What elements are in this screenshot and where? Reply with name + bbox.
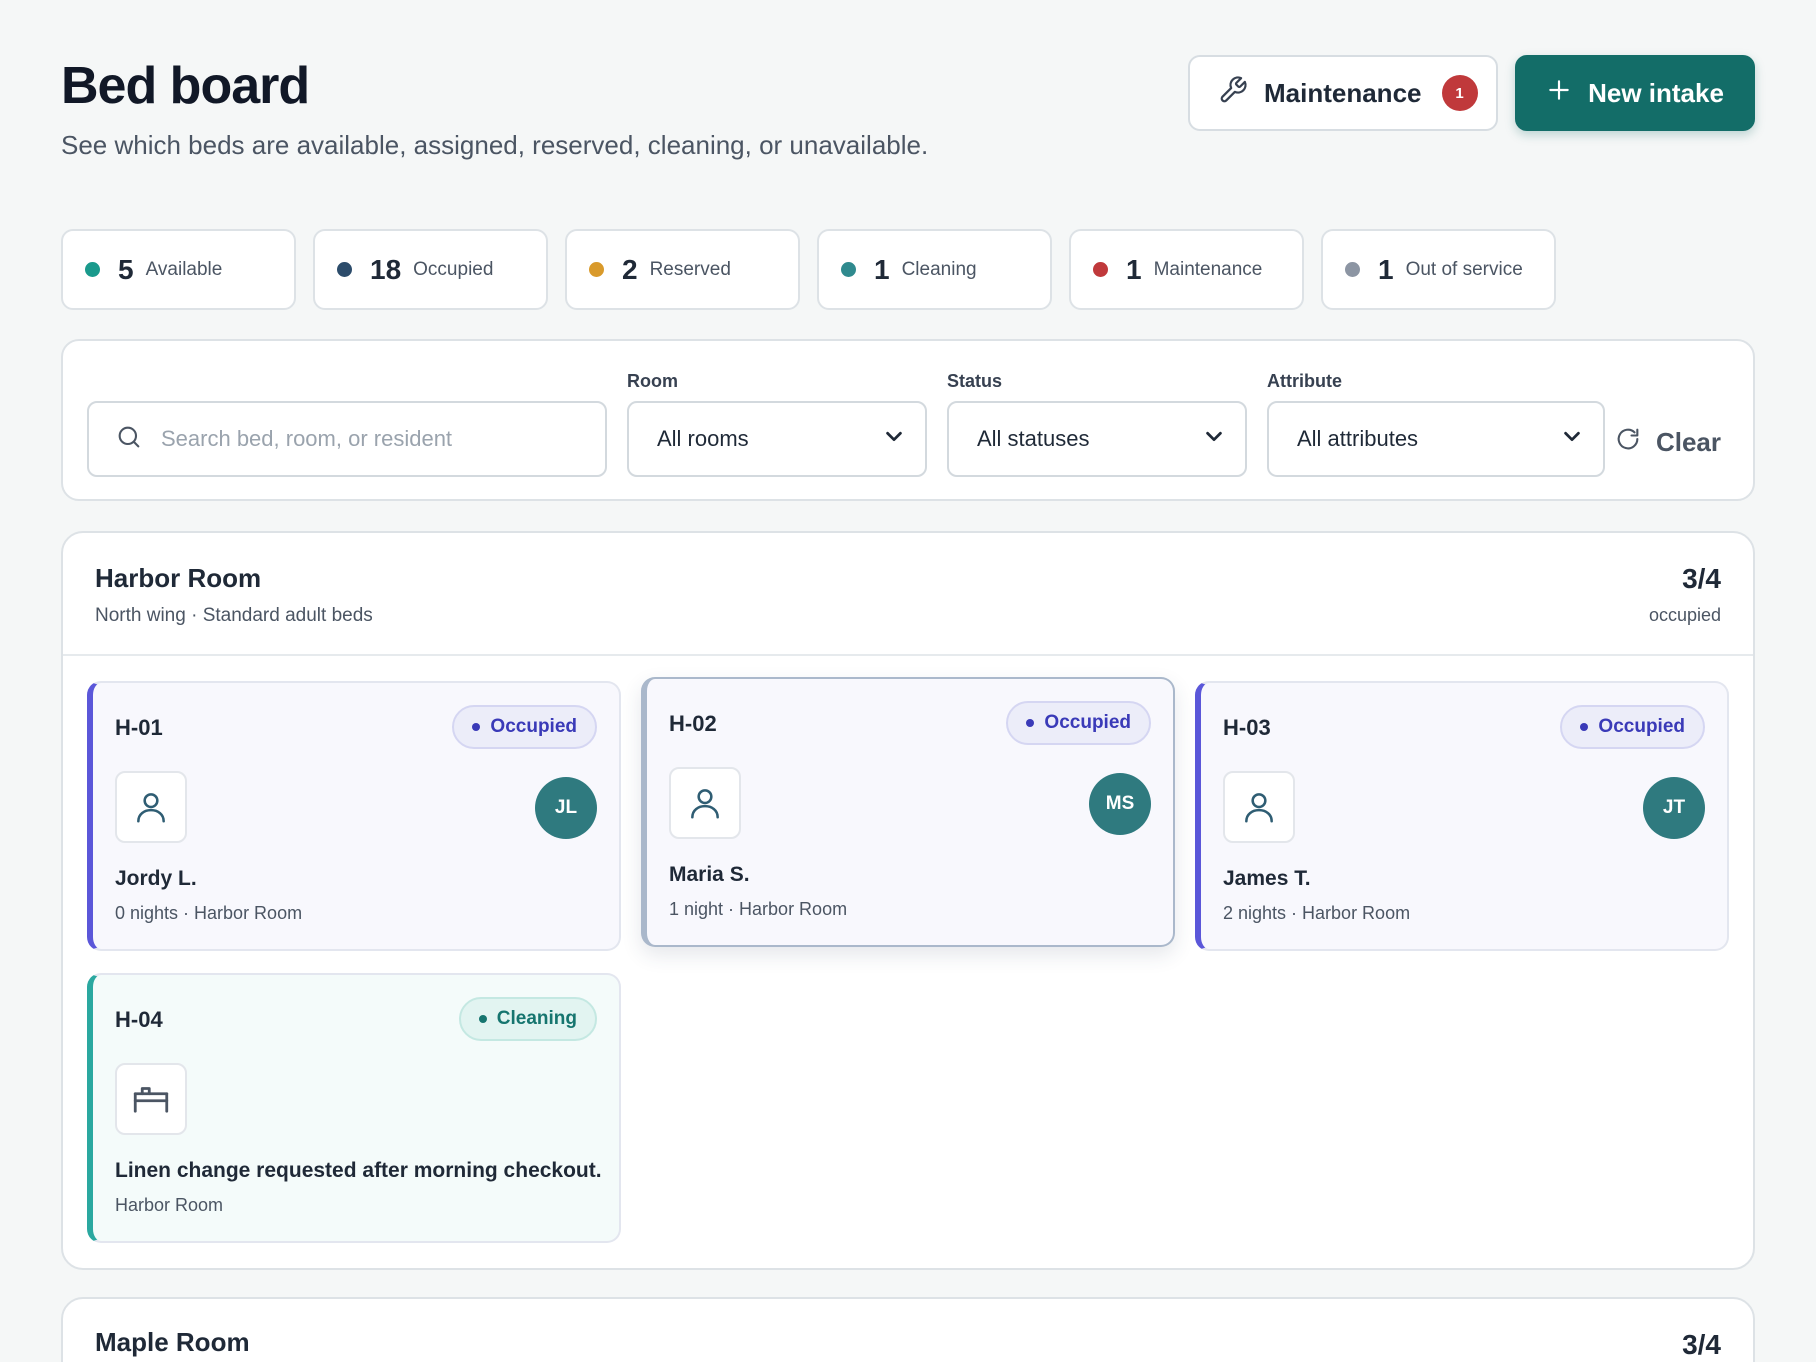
status-select[interactable]: All statuses [947, 401, 1247, 477]
bed-icon [115, 1063, 187, 1135]
bed-meta: 1 night · Harbor Room [669, 899, 848, 919]
bed-meta: 2 nights · Harbor Room [1223, 903, 1411, 923]
page-header: Bed board See which beds are available, … [61, 0, 1755, 200]
avatar: MS [1089, 773, 1151, 835]
status-dot-icon [841, 262, 856, 277]
stat-chip-reserved[interactable]: 2 Reserved [565, 229, 800, 310]
new-intake-button[interactable]: New intake [1515, 55, 1755, 131]
stat-chip-maintenance[interactable]: 1 Maintenance [1069, 229, 1304, 310]
stat-count: 5 [118, 253, 134, 285]
status-dot-icon [472, 723, 481, 731]
stat-label: Out of service [1405, 258, 1523, 280]
status-dot-icon [85, 262, 100, 277]
stat-chip-out-of-service[interactable]: 1 Out of service [1321, 229, 1556, 310]
resident-name: James T. [1223, 867, 1311, 890]
status-filter-label: Status [947, 371, 1003, 391]
bed-board-page: Bed board See which beds are available, … [61, 0, 1755, 1362]
status-summary: 5 Available 18 Occupied 2 Reserved 1 Cle… [61, 229, 1556, 310]
status-pill: Occupied [1560, 705, 1705, 749]
stat-label: Maintenance [1153, 258, 1263, 280]
room-occupancy-label: occupied [1648, 605, 1721, 625]
status-dot-icon [1345, 262, 1360, 277]
status-pill-label: Occupied [1044, 712, 1131, 733]
stat-chip-available[interactable]: 5 Available [61, 229, 296, 310]
status-pill-label: Occupied [1598, 716, 1685, 737]
bed-meta: 0 nights · Harbor Room [115, 903, 303, 923]
stat-count: 2 [622, 253, 638, 285]
room-occupancy: 3/4 [1682, 563, 1721, 594]
avatar: JL [535, 777, 597, 839]
stat-label: Occupied [413, 258, 494, 280]
stat-chip-occupied[interactable]: 18 Occupied [313, 229, 548, 310]
stat-count: 1 [1378, 253, 1394, 285]
search-icon [115, 423, 143, 456]
bed-card-h04[interactable]: H-04 Cleaning Linen change requested aft… [87, 973, 621, 1243]
bed-id: H-01 [115, 715, 163, 740]
wrench-icon [1218, 75, 1248, 112]
maintenance-button[interactable]: Maintenance 1 [1188, 55, 1498, 131]
avatar: JT [1643, 777, 1705, 839]
status-pill: Occupied [1006, 701, 1151, 745]
room-select-value: All rooms [657, 426, 749, 451]
status-dot-icon [1093, 262, 1108, 277]
person-icon [115, 771, 187, 843]
status-dot-icon [1026, 719, 1035, 727]
room-select[interactable]: All rooms [627, 401, 927, 477]
plus-icon [1546, 77, 1572, 110]
resident-name: Jordy L. [115, 867, 197, 890]
stat-label: Available [145, 258, 223, 280]
room-name: Harbor Room [95, 563, 262, 593]
stat-count: 18 [370, 253, 402, 285]
room-name: Maple Room [95, 1327, 250, 1357]
clear-label: Clear [1655, 427, 1721, 457]
bed-id: H-03 [1223, 715, 1271, 740]
filter-bar: Room All rooms Status All statuses Attri… [61, 339, 1755, 501]
resident-name: Maria S. [669, 863, 750, 886]
bed-card-h01[interactable]: H-01 Occupied JL Jordy L. 0 nights · Har… [87, 681, 621, 951]
refresh-icon [1614, 425, 1642, 460]
status-pill-label: Occupied [490, 716, 577, 737]
bed-card-h02[interactable]: H-02 Occupied MS Maria S. 1 night · Harb… [641, 677, 1175, 947]
bed-note: Linen change requested after morning che… [115, 1159, 602, 1182]
page-subtitle: See which beds are available, assigned, … [61, 130, 929, 160]
room-panel-maple: Maple Room 3/4 [61, 1297, 1755, 1362]
chevron-down-icon [1561, 425, 1583, 453]
attribute-select[interactable]: All attributes [1267, 401, 1605, 477]
status-dot-icon [1580, 723, 1589, 731]
room-panel-harbor: Harbor Room North wing · Standard adult … [61, 531, 1755, 1270]
clear-filters-button[interactable]: Clear [1614, 425, 1721, 460]
maintenance-label: Maintenance [1264, 77, 1422, 108]
search-input[interactable] [161, 426, 561, 452]
status-dot-icon [337, 262, 352, 277]
bed-card-h03[interactable]: H-03 Occupied JT James T. 2 nights · Har… [1195, 681, 1729, 951]
status-pill: Occupied [452, 705, 597, 749]
status-dot-icon [589, 262, 604, 277]
maintenance-count-badge: 1 [1441, 75, 1478, 111]
status-pill: Cleaning [458, 997, 597, 1041]
room-header: Harbor Room North wing · Standard adult … [63, 533, 1753, 656]
stat-count: 1 [874, 253, 890, 285]
stat-count: 1 [1126, 253, 1142, 285]
person-icon [1223, 771, 1295, 843]
chevron-down-icon [1203, 425, 1225, 453]
attribute-filter-label: Attribute [1267, 371, 1342, 391]
stat-label: Cleaning [901, 258, 977, 280]
chevron-down-icon [883, 425, 905, 453]
status-select-value: All statuses [977, 426, 1090, 451]
bed-id: H-04 [115, 1007, 163, 1032]
bed-meta: Harbor Room [115, 1195, 224, 1215]
new-intake-label: New intake [1588, 77, 1724, 108]
room-occupancy: 3/4 [1682, 1329, 1721, 1360]
attribute-select-value: All attributes [1297, 426, 1419, 451]
status-pill-label: Cleaning [496, 1008, 577, 1029]
person-icon [669, 767, 741, 839]
room-description: North wing · Standard adult beds [95, 605, 373, 626]
stat-label: Reserved [649, 258, 731, 280]
page-title: Bed board [61, 57, 310, 115]
bed-id: H-02 [669, 711, 717, 736]
stat-chip-cleaning[interactable]: 1 Cleaning [817, 229, 1052, 310]
room-filter-label: Room [627, 371, 678, 391]
status-dot-icon [478, 1015, 487, 1023]
search-box[interactable] [87, 401, 607, 477]
